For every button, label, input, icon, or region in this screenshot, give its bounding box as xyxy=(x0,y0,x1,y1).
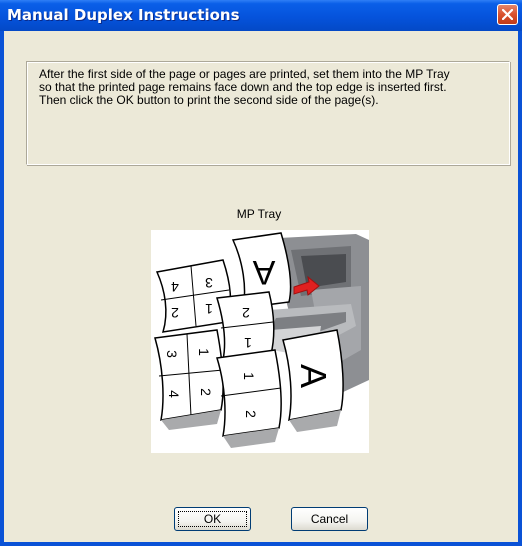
sheet-number: 2 xyxy=(242,305,250,321)
cancel-button-label: Cancel xyxy=(310,512,349,526)
sheet-number: 1 xyxy=(205,301,213,317)
ok-button-label: OK xyxy=(203,512,222,526)
close-icon xyxy=(502,9,513,20)
mp-tray-illustration: A 4 3 2 1 2 1 3 1 4 2 1 2 A xyxy=(151,230,369,453)
sheet-number: 1 xyxy=(244,335,252,351)
title-bar[interactable]: Manual Duplex Instructions xyxy=(0,0,522,31)
sheet-number: 1 xyxy=(241,372,257,380)
sheet-number: 4 xyxy=(171,279,179,295)
sheet-four-pages-front: 3 1 4 2 xyxy=(154,329,224,430)
dialog-window: Manual Duplex Instructions After the fir… xyxy=(0,0,522,546)
sheet-a-letter: A xyxy=(293,364,334,388)
mp-tray-label: MP Tray xyxy=(236,207,282,221)
sheet-a-letter: A xyxy=(252,253,275,291)
sheet-four-pages: 4 3 2 1 xyxy=(155,259,232,333)
sheet-number: 3 xyxy=(205,275,213,291)
sheet-number: 1 xyxy=(196,348,212,356)
sheet-number: 2 xyxy=(171,305,179,321)
sheet-front-a: A xyxy=(282,329,344,432)
sheet-number: 4 xyxy=(166,390,182,398)
close-button[interactable] xyxy=(497,4,518,25)
sheet-two-pages-front: 1 2 xyxy=(216,349,282,448)
instructions-box: After the first side of the page or page… xyxy=(26,61,510,165)
sheet-number: 2 xyxy=(198,388,214,396)
ok-button[interactable]: OK xyxy=(174,507,251,531)
instructions-line-3: Then click the OK button to print the se… xyxy=(39,93,379,107)
window-title: Manual Duplex Instructions xyxy=(7,6,240,24)
sheet-number: 3 xyxy=(164,350,180,358)
cancel-button[interactable]: Cancel xyxy=(291,507,368,531)
sheet-number: 2 xyxy=(243,410,259,418)
dialog-body: After the first side of the page or page… xyxy=(4,31,518,542)
